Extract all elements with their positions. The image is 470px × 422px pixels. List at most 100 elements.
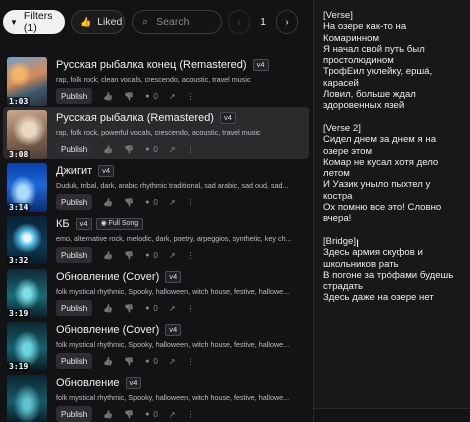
share-button[interactable]: ↗ [169,198,176,207]
song-row[interactable]: 3:19 Обновление (Cover) v4 folk mystical rh… [3,266,309,318]
thumbs-up-icon: 👍 [103,356,114,366]
search-input[interactable] [156,16,209,28]
song-title[interactable]: Русская рыбалка (Remastered) [56,112,214,124]
search-box[interactable]: ⌕ [132,10,222,34]
more-options-button[interactable]: ⋮ [187,251,195,260]
dislike-button[interactable]: 👎 [124,357,134,366]
song-actions: Publish 👍 👎 ● 0 ↗ ⋮ [56,194,195,210]
thumbs-down-icon: 👎 [124,303,135,313]
song-cover-thumbnail[interactable]: 3:32 [7,216,47,265]
thumbs-down-icon: 👎 [124,250,135,260]
more-options-button[interactable]: ⋮ [187,410,195,419]
song-cover-thumbnail[interactable] [7,375,47,422]
song-duration: 3:14 [7,203,31,212]
song-title[interactable]: КБ [56,218,70,230]
comments-button[interactable]: ● 0 [145,251,158,260]
share-button[interactable]: ↗ [169,357,176,366]
page-number: 1 [260,16,266,28]
more-options-button[interactable]: ⋮ [187,357,195,366]
liked-button[interactable]: 👍 Liked [71,10,125,34]
thumbs-down-icon: 👎 [124,409,135,419]
song-title[interactable]: Обновление (Cover) [56,324,159,336]
share-icon: ↗ [168,356,176,366]
comments-button[interactable]: ● 0 [145,304,158,313]
song-title[interactable]: Джигит [56,165,92,177]
share-button[interactable]: ↗ [169,410,176,419]
like-button[interactable]: 👍 [103,198,113,207]
song-row[interactable]: 3:08 Русская рыбалка (Remastered) v4 rap, f… [3,107,309,159]
song-style-tags: folk mystical rhythmic, Spooky, hallowee… [56,287,290,296]
more-options-button[interactable]: ⋮ [187,304,195,313]
share-button[interactable]: ↗ [169,92,176,101]
comment-count: 0 [153,144,158,154]
funnel-icon: ▼ [10,17,18,27]
lyrics-line: простолюдином [323,55,394,67]
publish-button[interactable]: Publish [56,194,93,210]
song-cover-thumbnail[interactable]: 3:08 [7,110,47,159]
share-button[interactable]: ↗ [169,304,176,313]
share-button[interactable]: ↗ [169,251,176,260]
like-button[interactable]: 👍 [103,251,113,260]
song-cover-thumbnail[interactable]: 3:14 [7,163,47,212]
share-icon: ↗ [168,303,176,313]
more-options-button[interactable]: ⋮ [187,92,195,101]
comments-button[interactable]: ● 0 [145,410,158,419]
lyrics-panel-footer [314,408,470,422]
like-button[interactable]: 👍 [103,357,113,366]
dislike-button[interactable]: 👎 [124,92,134,101]
publish-button[interactable]: Publish [56,88,93,104]
share-icon: ↗ [168,144,176,154]
share-button[interactable]: ↗ [169,145,176,154]
like-button[interactable]: 👍 [103,410,113,419]
comments-button[interactable]: ● 0 [145,92,158,101]
model-version-badge: v4 [252,59,269,71]
song-title[interactable]: Русская рыбалка конец (Remastered) [56,59,247,71]
publish-button[interactable]: Publish [56,247,93,263]
song-style-tags: folk mystical rhythmic, Spooky, hallowee… [56,340,290,349]
publish-button[interactable]: Publish [56,353,93,369]
publish-button[interactable]: Publish [56,141,93,157]
filters-button[interactable]: ▼ Filters (1) [3,10,65,34]
song-title[interactable]: Обновление [56,377,120,389]
like-button[interactable]: 👍 [103,304,113,313]
next-page-button[interactable]: › [276,10,298,34]
song-row[interactable]: 3:19 Обновление (Cover) v4 folk mystical rh… [3,319,309,371]
thumbs-down-icon: 👎 [124,144,135,154]
song-cover-thumbnail[interactable]: 3:19 [7,322,47,371]
song-list-panel: ▼ Filters (1) 👍 Liked ⌕ ‹ 1 › 1:03 Русска… [0,0,312,422]
song-cover-thumbnail[interactable]: 3:19 [7,269,47,318]
more-options-button[interactable]: ⋮ [187,198,195,207]
prev-page-button[interactable]: ‹ [228,10,250,34]
song-title[interactable]: Обновление (Cover) [56,271,159,283]
song-style-tags: rap, folk rock, powerful vocals, crescen… [56,128,261,137]
thumbs-up-icon: 👍 [103,91,114,101]
song-duration: 1:03 [7,97,31,106]
song-actions: Publish 👍 👎 ● 0 ↗ ⋮ [56,141,195,157]
lyrics-line: озере этом [323,145,373,157]
song-row[interactable]: 3:14 Джигит v4 Duduk, tribal, dark, arabic … [3,160,309,212]
disc-icon: ◉ [100,220,109,227]
like-button[interactable]: 👍 [103,92,113,101]
publish-button[interactable]: Publish [56,406,93,422]
song-row[interactable]: 1:03 Русская рыбалка конец (Remastered) v4… [3,54,309,106]
more-options-button[interactable]: ⋮ [187,145,195,154]
lyrics-line: здоровенных язей [323,100,405,112]
dislike-button[interactable]: 👎 [124,304,134,313]
song-cover-thumbnail[interactable]: 1:03 [7,57,47,106]
comment-icon: ● [145,198,150,206]
comments-button[interactable]: ● 0 [145,198,158,207]
song-row[interactable]: Обновление v4 folk mystical rhythmic, Spoo… [3,372,309,422]
dislike-button[interactable]: 👎 [124,410,134,419]
dislike-button[interactable]: 👎 [124,145,134,154]
song-title-line: Обновление v4 [56,376,142,390]
model-version-badge: v4 [75,218,92,230]
thumbs-up-icon: 👍 [103,250,114,260]
song-row[interactable]: 3:32 КБ v4 ◉ Full Song emo, alternative rock… [3,213,309,265]
dislike-button[interactable]: 👎 [124,251,134,260]
dislike-button[interactable]: 👎 [124,198,134,207]
like-button[interactable]: 👍 [103,145,113,154]
publish-button[interactable]: Publish [56,300,93,316]
comments-button[interactable]: ● 0 [145,357,158,366]
comments-button[interactable]: ● 0 [145,145,158,154]
song-actions: Publish 👍 👎 ● 0 ↗ ⋮ [56,300,195,316]
